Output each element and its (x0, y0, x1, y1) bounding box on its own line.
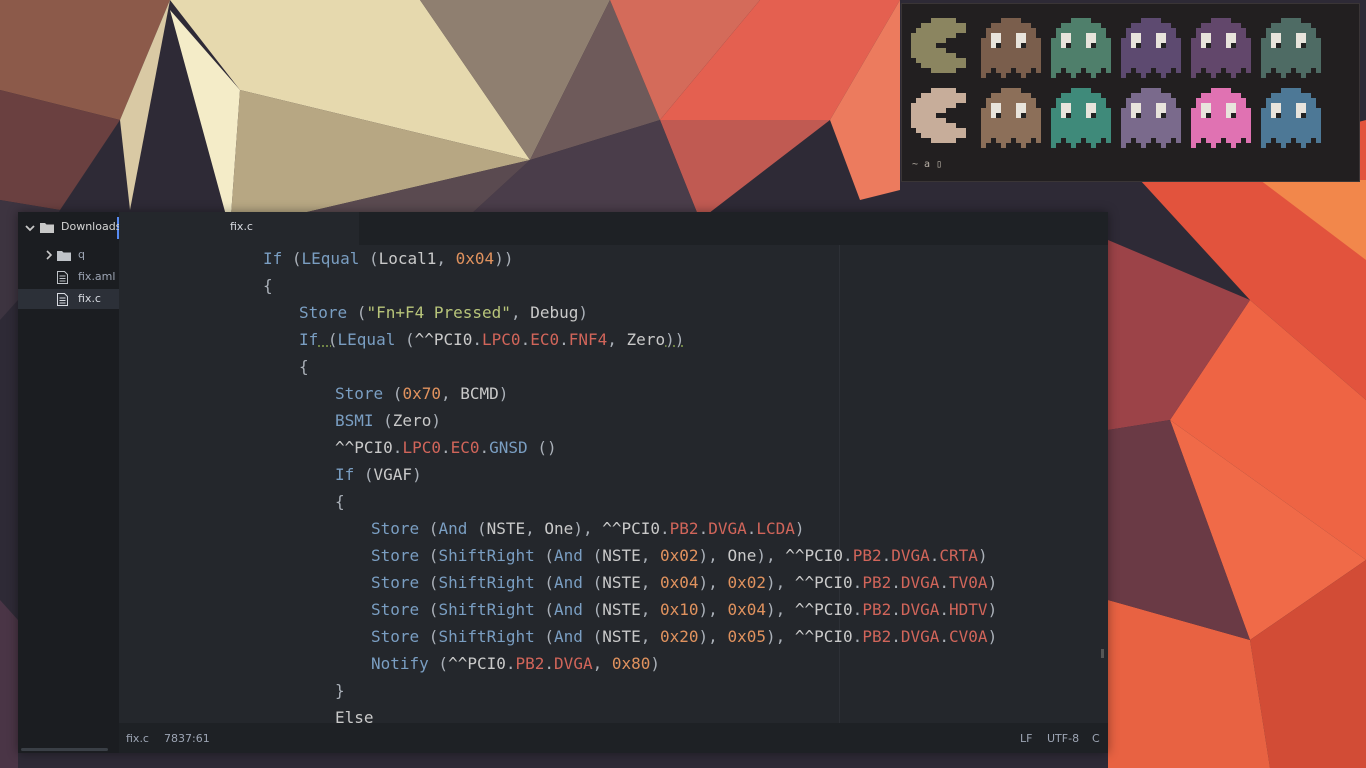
chevron-right-icon (46, 250, 53, 260)
wrap-guide (839, 245, 840, 723)
status-bar: fix.c 7837:61 LF UTF-8 C (119, 723, 1108, 753)
file-tree-panel: Downloads q fix.aml fix.c (18, 212, 122, 753)
tab-label: fix.c (230, 220, 253, 233)
code-line: { (299, 357, 309, 376)
tree-item-label: fix.c (78, 292, 101, 305)
code-line: Store (ShiftRight (And (NSTE, 0x20), 0x0… (371, 627, 998, 646)
tree-item-file-fix-c[interactable]: fix.c (18, 289, 119, 309)
ghost-sprite (1121, 18, 1181, 78)
tree-item-file-fix-aml[interactable]: fix.aml (18, 267, 119, 287)
pacman-sprites (911, 18, 1321, 148)
status-line-ending[interactable]: LF (1020, 732, 1032, 745)
tab-fix-c[interactable]: fix.c (119, 212, 359, 245)
tree-item-label: fix.aml (78, 270, 116, 283)
folder-icon (57, 251, 71, 261)
code-area[interactable]: If (LEqual (Local1, 0x04)) { Store ("Fn+F4… (119, 245, 1108, 723)
status-cursor-position[interactable]: 7837:61 (164, 732, 210, 745)
vertical-scrollbar[interactable] (1101, 649, 1104, 658)
code-line: Store (ShiftRight (And (NSTE, 0x10), 0x0… (371, 600, 998, 619)
code-line: Store (And (NSTE, One), ^^PCI0.PB2.DVGA.… (371, 519, 805, 538)
ghost-sprite (1261, 88, 1321, 148)
chevron-down-icon (25, 225, 35, 232)
pacman-sprite (911, 88, 966, 143)
pacman-sprite (911, 18, 966, 73)
code-line: Store (ShiftRight (And (NSTE, 0x04), 0x0… (371, 573, 998, 592)
ghost-sprite (1191, 18, 1251, 78)
ghost-sprite (981, 88, 1041, 148)
code-line: If (LEqual (^^PCI0.LPC0.EC0.FNF4, Zero)) (299, 330, 685, 349)
tree-item-label: q (78, 248, 85, 261)
code-line: ^^PCI0.LPC0.EC0.GNSD () (335, 438, 557, 457)
code-editor-window: Downloads q fix.aml fix.c fix.c If (LEqu… (18, 212, 1108, 753)
code-line: { (263, 276, 273, 295)
code-line: Notify (^^PCI0.PB2.DVGA, 0x80) (371, 654, 661, 673)
code-line: } (335, 681, 345, 700)
terminal-prompt: ~ a ▯ (912, 159, 943, 170)
file-icon (57, 271, 68, 284)
tree-root-downloads[interactable]: Downloads (18, 217, 122, 239)
code-line: Else (335, 708, 374, 723)
tree-item-folder-q[interactable]: q (18, 245, 119, 265)
code-line: If (LEqual (Local1, 0x04)) (263, 249, 514, 268)
status-encoding[interactable]: UTF-8 (1047, 732, 1079, 745)
folder-icon (40, 223, 54, 233)
code-line: If (VGAF) (335, 465, 422, 484)
status-file-name[interactable]: fix.c (126, 732, 149, 745)
code-line: Store ("Fn+F4 Pressed", Debug) (299, 303, 589, 322)
terminal-window[interactable]: ~ a ▯ (901, 3, 1360, 182)
status-grammar[interactable]: C (1092, 732, 1100, 745)
tree-root-label: Downloads (61, 220, 122, 233)
code-line: { (335, 492, 345, 511)
ghost-sprite (1121, 88, 1181, 148)
code-line: BSMI (Zero) (335, 411, 441, 430)
ghost-sprite (1051, 88, 1111, 148)
ghost-sprite (1261, 18, 1321, 78)
ghost-sprite (1191, 88, 1251, 148)
code-line: Store (0x70, BCMD) (335, 384, 509, 403)
tab-bar: fix.c (119, 212, 1108, 245)
file-icon (57, 293, 68, 306)
ghost-sprite (1051, 18, 1111, 78)
tree-horizontal-scrollbar[interactable] (21, 748, 108, 751)
ghost-sprite (981, 18, 1041, 78)
code-line: Store (ShiftRight (And (NSTE, 0x02), One… (371, 546, 988, 565)
